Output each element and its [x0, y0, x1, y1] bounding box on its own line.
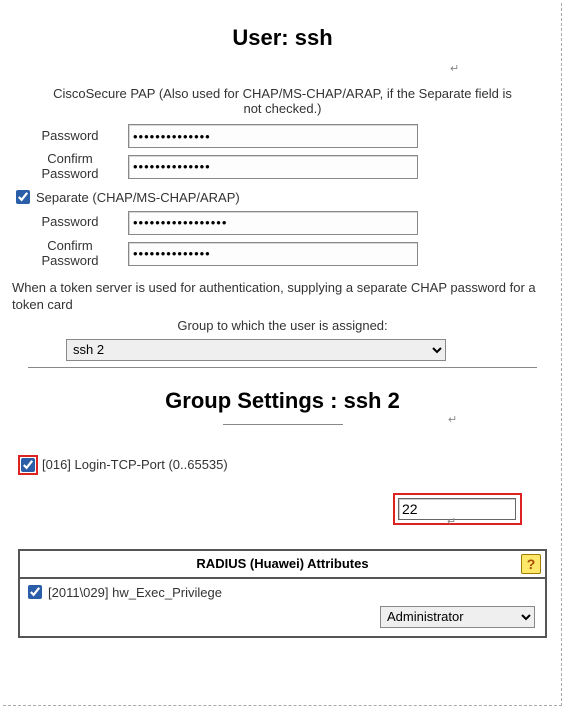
login-tcp-port-input[interactable]	[398, 498, 516, 520]
paragraph-mark-icon: ↵	[450, 62, 459, 75]
help-icon[interactable]: ?	[521, 554, 541, 574]
confirm-password-input-1[interactable]	[128, 155, 418, 179]
radius-attributes-panel: RADIUS (Huawei) Attributes ? [2011\029] …	[18, 549, 547, 638]
radius-attributes-header: RADIUS (Huawei) Attributes ?	[20, 551, 545, 579]
separator-short	[223, 424, 343, 425]
password-row-1: Password	[20, 124, 555, 148]
paragraph-mark-icon: ↵	[447, 515, 456, 528]
highlight-box-port	[395, 495, 520, 523]
login-tcp-port-row: [016] Login-TCP-Port (0..65535)	[18, 455, 555, 475]
password-row-2: Password	[20, 211, 555, 235]
confirm-password-label-1: Confirm Password	[20, 152, 120, 182]
login-tcp-port-label: [016] Login-TCP-Port (0..65535)	[42, 457, 228, 472]
separate-row: Separate (CHAP/MS-CHAP/ARAP)	[16, 190, 555, 205]
page-title-group: Group Settings : ssh 2	[10, 388, 555, 414]
password-input-2[interactable]	[128, 211, 418, 235]
separator-rule	[28, 367, 537, 368]
exec-privilege-select[interactable]: Administrator	[380, 606, 535, 628]
separate-checkbox[interactable]	[16, 190, 30, 204]
token-note: When a token server is used for authenti…	[12, 279, 547, 314]
exec-privilege-checkbox[interactable]	[28, 585, 42, 599]
login-tcp-port-checkbox[interactable]	[21, 458, 35, 472]
confirm-row-2: Confirm Password	[20, 239, 555, 269]
group-select[interactable]: ssh 2	[66, 339, 446, 361]
group-assign-label: Group to which the user is assigned:	[10, 318, 555, 333]
confirm-password-label-2: Confirm Password	[20, 239, 120, 269]
password-label-2: Password	[20, 215, 120, 230]
paragraph-mark-icon: ↵	[448, 413, 457, 426]
radius-attributes-title: RADIUS (Huawei) Attributes	[196, 556, 368, 571]
confirm-password-input-2[interactable]	[128, 242, 418, 266]
confirm-row-1: Confirm Password	[20, 152, 555, 182]
password-label: Password	[20, 129, 120, 144]
pap-note: CiscoSecure PAP (Also used for CHAP/MS-C…	[50, 86, 515, 116]
exec-privilege-label: [2011\029] hw_Exec_Privilege	[48, 585, 222, 600]
highlight-box-checkbox	[18, 455, 38, 475]
password-input-1[interactable]	[128, 124, 418, 148]
exec-privilege-row: [2011\029] hw_Exec_Privilege	[28, 585, 537, 600]
page-title-user: User: ssh	[10, 25, 555, 51]
separate-label: Separate (CHAP/MS-CHAP/ARAP)	[36, 190, 240, 205]
